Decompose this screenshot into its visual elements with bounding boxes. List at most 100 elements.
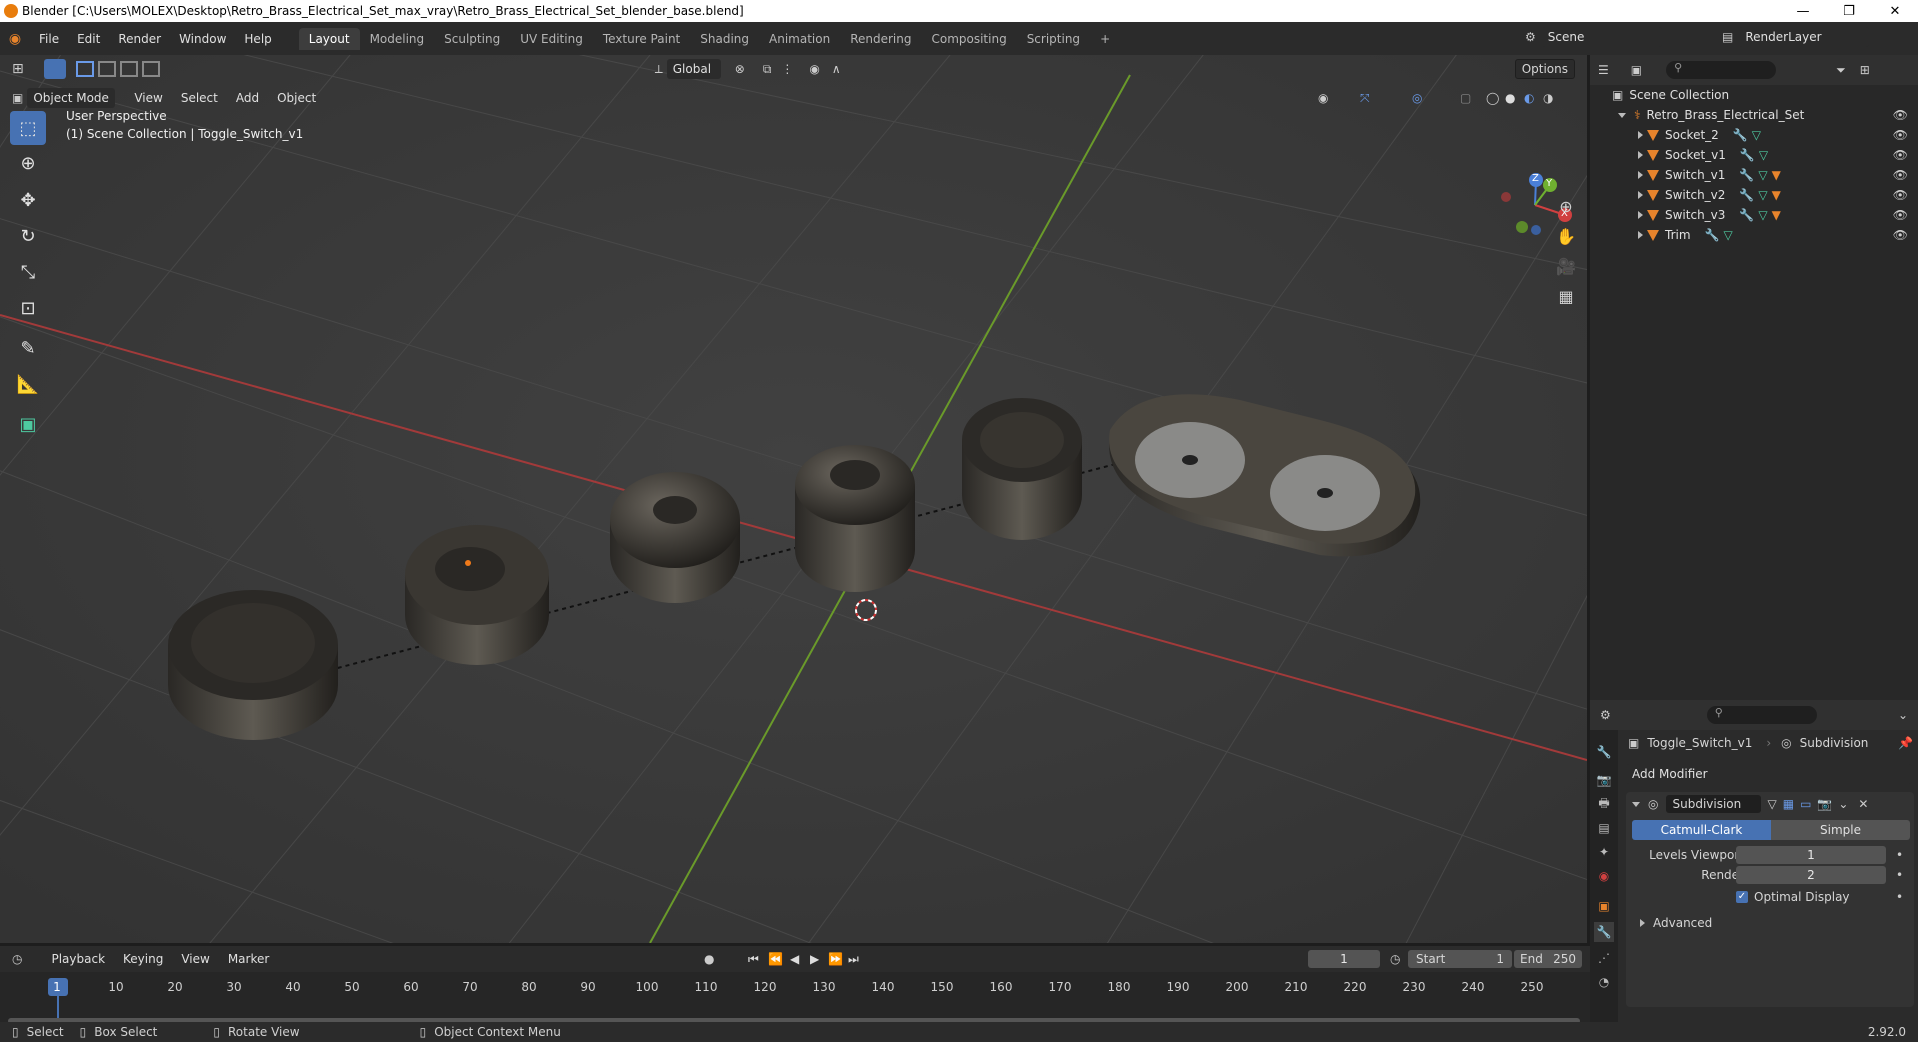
start-frame-field[interactable]: Start 1 — [1408, 950, 1512, 968]
tab-uv-editing[interactable]: UV Editing — [510, 28, 593, 50]
outliner-object-row[interactable]: Socket_v1 🔧 ▽ 👁 — [1590, 145, 1918, 165]
preview-range-icon[interactable]: ◷ — [1390, 952, 1400, 966]
viewport-menu-select[interactable]: Select — [172, 91, 227, 105]
maximize-button[interactable]: ❐ — [1826, 0, 1872, 22]
expand-arrow-icon[interactable] — [1638, 171, 1643, 179]
3d-viewport[interactable]: Z Y X ⊞ ⟂ Global ⊗ ⧉ ⋮ ◉ ∧ Options ▣ Obj… — [0, 55, 1587, 943]
outliner-object-row[interactable]: Trim 🔧 ▽ 👁 — [1590, 225, 1918, 245]
properties-options-icon[interactable]: ⌄ — [1898, 708, 1908, 722]
outliner-object-row[interactable]: Socket_2 🔧 ▽ 👁 — [1590, 125, 1918, 145]
switch-v3-model[interactable] — [795, 445, 915, 592]
tab-compositing[interactable]: Compositing — [921, 28, 1016, 50]
timeline-editor-icon[interactable]: ◷ — [12, 952, 22, 966]
add-workspace-button[interactable]: + — [1090, 28, 1120, 50]
tab-rendering[interactable]: Rendering — [840, 28, 921, 50]
switch-v1-model[interactable] — [405, 525, 549, 665]
tab-sculpting[interactable]: Sculpting — [434, 28, 510, 50]
tab-modeling[interactable]: Modeling — [360, 28, 435, 50]
overlay-toggle-icon[interactable]: ◎ — [1412, 91, 1422, 105]
visibility-eye-icon[interactable]: 👁 — [1893, 148, 1908, 162]
viewport-toggle-icon[interactable]: ▭ — [1800, 797, 1811, 811]
particles-tab-icon[interactable]: ⋰ — [1594, 948, 1614, 968]
select-box-tool[interactable]: ⬚ — [10, 111, 46, 145]
scene-selector[interactable]: Scene — [1541, 27, 1662, 47]
expand-arrow-icon[interactable] — [1638, 231, 1643, 239]
timeline-ruler[interactable]: 1 10 20 30 40 50 60 70 80 90 100 110 120 130 140 150 160… — [0, 972, 1590, 1028]
zoom-icon[interactable]: ⊕ — [1553, 193, 1579, 219]
end-frame-field[interactable]: End 250 — [1514, 950, 1582, 968]
outliner-object-row[interactable]: Switch_v3 🔧 ▽ ▼ 👁 — [1590, 205, 1918, 225]
expand-arrow-icon[interactable] — [1618, 112, 1626, 118]
transform-orientation-dropdown[interactable]: Global — [666, 59, 721, 79]
current-frame-field[interactable]: 1 — [1308, 950, 1380, 968]
move-tool[interactable]: ✥ — [10, 183, 46, 217]
visibility-eye-icon[interactable]: 👁 — [1893, 228, 1908, 242]
simple-button[interactable]: Simple — [1771, 820, 1910, 840]
output-tab-icon[interactable]: 🖶 — [1594, 794, 1614, 814]
modifier-menu-icon[interactable]: ⌄ — [1838, 797, 1848, 811]
properties-editor-icon[interactable]: ⚙ — [1600, 708, 1611, 722]
viewport-menu-add[interactable]: Add — [227, 91, 268, 105]
pin-icon[interactable]: 📌 — [1898, 736, 1913, 750]
auto-keying-icon[interactable]: ● — [704, 952, 714, 966]
menu-file[interactable]: File — [30, 32, 68, 46]
edit-mode-toggle-icon[interactable]: ▽ — [1767, 797, 1776, 811]
tab-shading[interactable]: Shading — [690, 28, 759, 50]
xray-icon[interactable]: ▢ — [1460, 91, 1471, 105]
proportional-edit-icon[interactable]: ◉ — [809, 62, 819, 76]
viewport-menu-view[interactable]: View — [125, 91, 171, 105]
display-mode-icon[interactable]: ▣ — [1631, 63, 1642, 77]
mode-dropdown[interactable]: Object Mode — [27, 88, 116, 108]
jump-keyframe-forward-icon[interactable]: ⏩ — [828, 952, 843, 966]
tab-texture-paint[interactable]: Texture Paint — [593, 28, 690, 50]
menu-render[interactable]: Render — [109, 32, 170, 46]
physics-tab-icon[interactable]: ◔ — [1594, 972, 1614, 992]
visibility-icon[interactable]: ◉ — [1318, 91, 1328, 105]
select-box-new-icon[interactable] — [75, 61, 94, 77]
timeline-menu-view[interactable]: View — [172, 952, 218, 966]
tab-scripting[interactable]: Scripting — [1017, 28, 1090, 50]
visibility-eye-icon[interactable]: 👁 — [1893, 208, 1908, 222]
menu-help[interactable]: Help — [235, 32, 280, 46]
collapse-arrow-icon[interactable] — [1632, 801, 1640, 807]
measure-tool[interactable]: 📐 — [10, 367, 46, 401]
switch-v2-model[interactable] — [610, 472, 740, 603]
wireframe-shading-icon[interactable]: ◯ — [1486, 91, 1499, 105]
expand-arrow-icon[interactable] — [1638, 211, 1643, 219]
select-mode-icon[interactable] — [43, 59, 66, 79]
render-tab-icon[interactable]: 📷 — [1594, 770, 1614, 790]
snap-icon[interactable]: ⧉ — [763, 62, 772, 77]
annotate-tool[interactable]: ✎ — [10, 331, 46, 365]
scene-tab-icon[interactable]: ✦ — [1594, 842, 1614, 862]
tab-animation[interactable]: Animation — [759, 28, 840, 50]
expand-arrow-icon[interactable] — [1638, 191, 1643, 199]
jump-start-icon[interactable]: ⏮ — [748, 952, 759, 967]
outliner-editor-icon[interactable]: ☰ — [1598, 63, 1609, 77]
keyframe-dot-icon[interactable]: • — [1896, 848, 1903, 862]
outliner-scene-collection[interactable]: ▣ Scene Collection — [1590, 85, 1918, 105]
modifier-tab-icon[interactable]: 🔧 — [1594, 922, 1614, 942]
outliner-object-row[interactable]: Switch_v2 🔧 ▽ ▼ 👁 — [1590, 185, 1918, 205]
minimize-button[interactable]: — — [1780, 0, 1826, 22]
outliner-object-row[interactable]: Switch_v1 🔧 ▽ ▼ 👁 — [1590, 165, 1918, 185]
transform-tool[interactable]: ⊡ — [10, 291, 46, 325]
close-button[interactable]: ✕ — [1872, 0, 1918, 22]
tab-layout[interactable]: Layout — [298, 27, 360, 50]
visibility-eye-icon[interactable]: 👁 — [1893, 108, 1908, 122]
material-shading-icon[interactable]: ◐ — [1524, 91, 1534, 105]
socket-v1-model[interactable] — [168, 590, 338, 740]
render-levels-field[interactable]: 2 — [1736, 866, 1886, 884]
render-toggle-icon[interactable]: 📷 — [1817, 797, 1832, 811]
view-layer-tab-icon[interactable]: ▤ — [1594, 818, 1614, 838]
menu-edit[interactable]: Edit — [68, 32, 109, 46]
select-box-extend-icon[interactable] — [97, 61, 116, 77]
socket-2-model[interactable] — [962, 398, 1082, 540]
editor-type-icon[interactable]: ⊞ — [12, 61, 24, 77]
menu-window[interactable]: Window — [170, 32, 235, 46]
falloff-icon[interactable]: ∧ — [832, 62, 841, 76]
select-box-subtract-icon[interactable] — [119, 61, 138, 77]
modifier-name-input[interactable]: Subdivision — [1666, 795, 1762, 813]
jump-keyframe-back-icon[interactable]: ⏪ — [768, 952, 783, 966]
cursor-tool[interactable]: ⊕ — [10, 146, 46, 180]
visibility-eye-icon[interactable]: 👁 — [1893, 168, 1908, 182]
